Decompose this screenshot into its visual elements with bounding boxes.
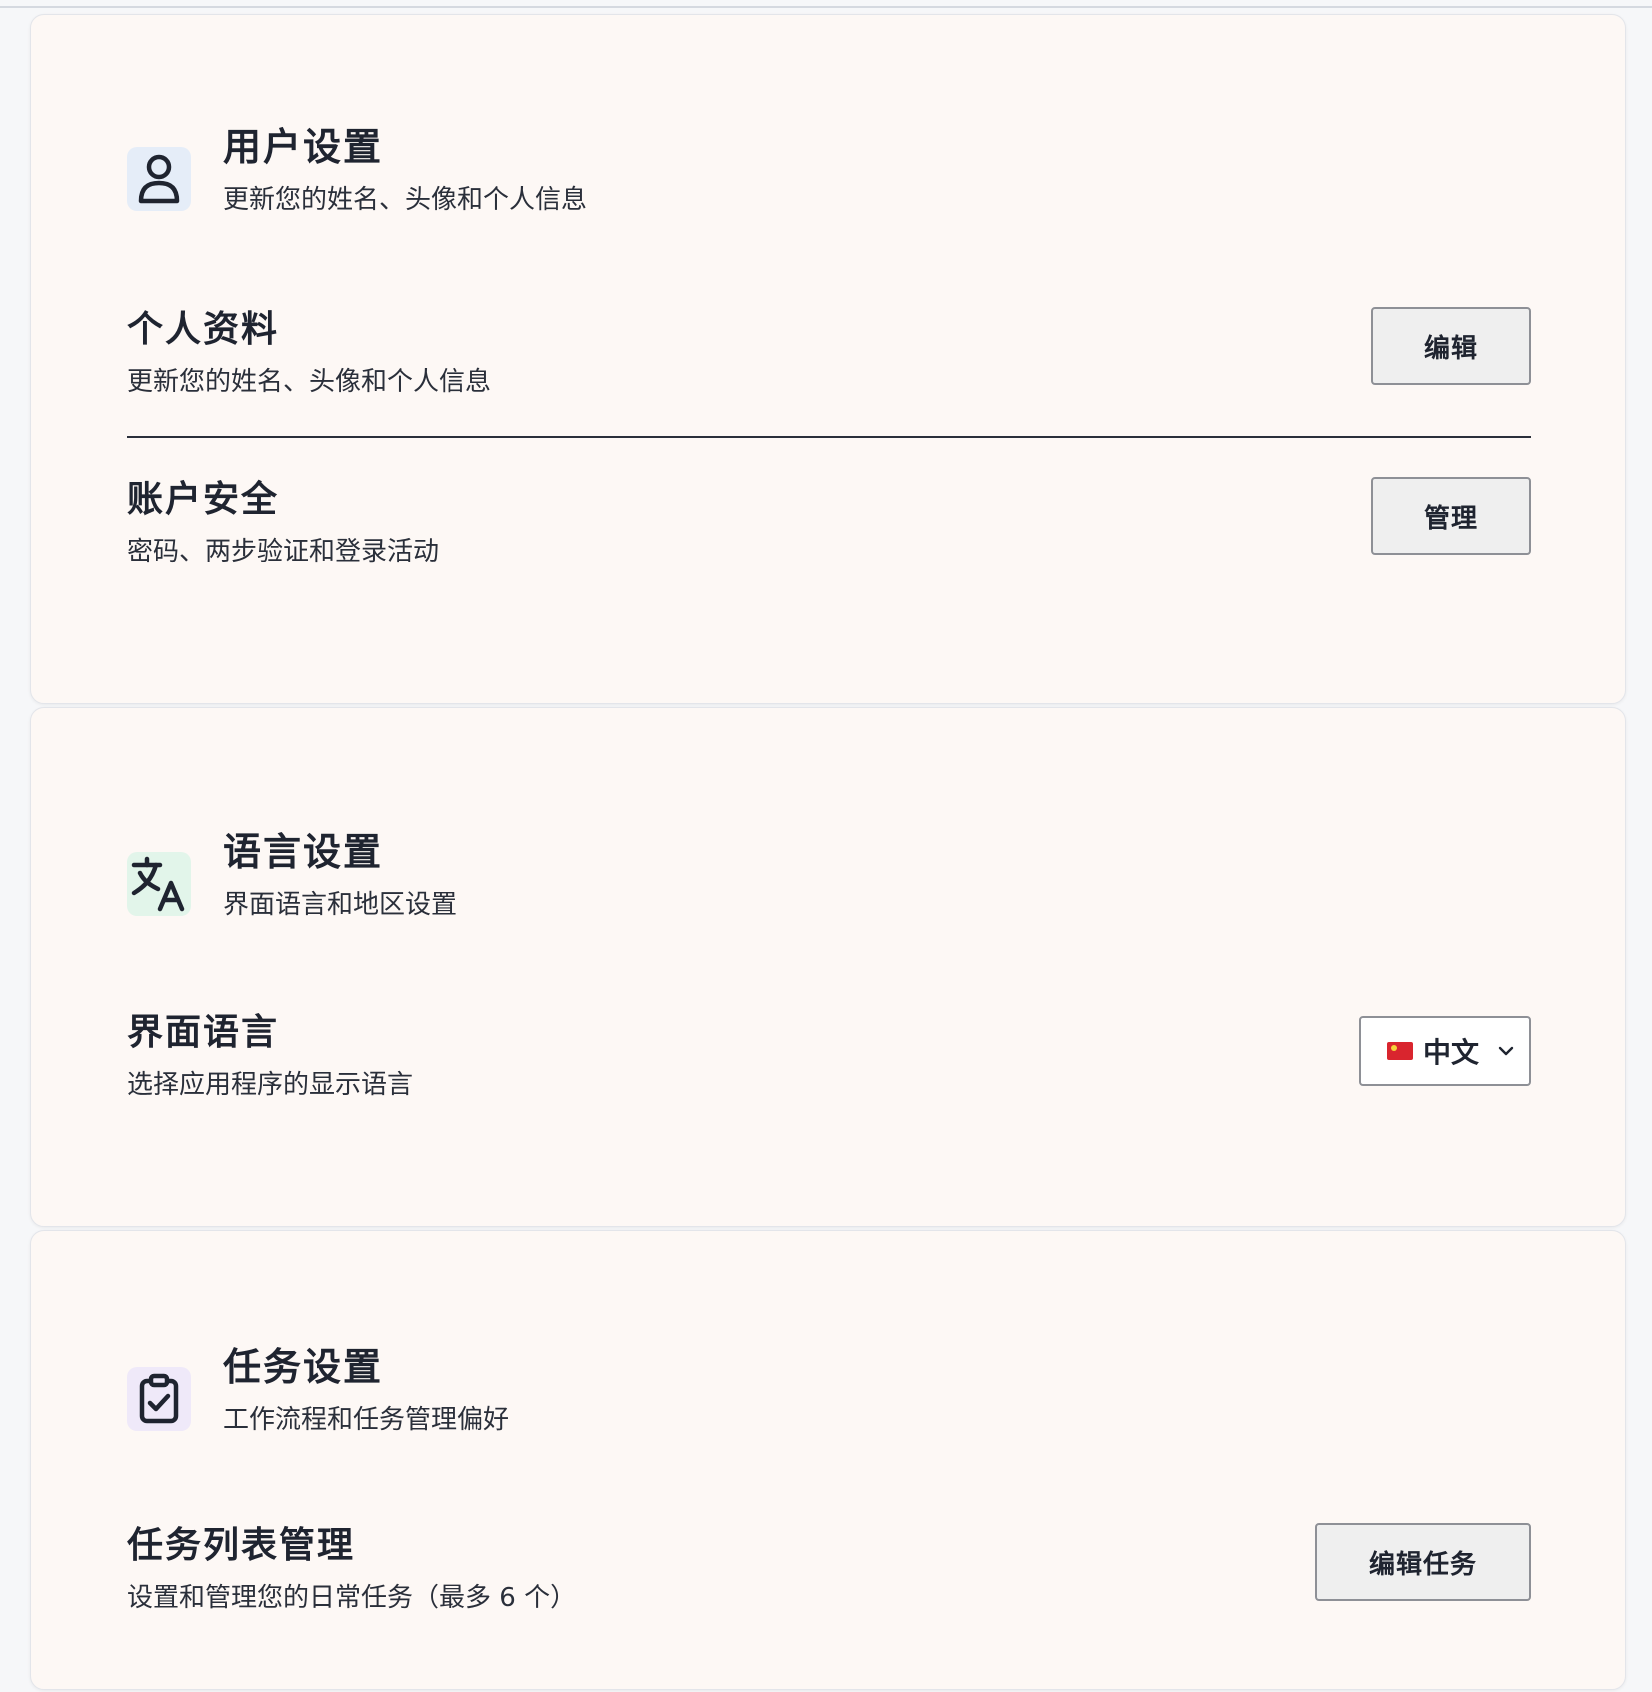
interface-language-title: 界面语言 [127,1012,280,1053]
task-settings-card: 任务设置 工作流程和任务管理偏好 任务列表管理 设置和管理您的日常任务（最多 6… [30,1230,1626,1690]
user-settings-title: 用户设置 [223,125,384,169]
language-settings-card: 语言设置 界面语言和地区设置 界面语言 选择应用程序的显示语言 中文 [30,707,1626,1227]
interface-language-row: 界面语言 选择应用程序的显示语言 中文 [127,1008,1531,1102]
top-border [0,6,1652,8]
interface-language-desc: 选择应用程序的显示语言 [127,1070,414,1100]
language-settings-subtitle: 界面语言和地区设置 [223,890,458,920]
language-select[interactable]: 中文 [1359,1016,1531,1086]
task-settings-header: 任务设置 工作流程和任务管理偏好 [127,1341,509,1437]
profile-row: 个人资料 更新您的姓名、头像和个人信息 编辑 [127,305,1531,399]
task-list-row: 任务列表管理 设置和管理您的日常任务（最多 6 个） 编辑任务 [127,1521,1531,1615]
user-icon [127,147,191,211]
user-settings-card: 用户设置 更新您的姓名、头像和个人信息 个人资料 更新您的姓名、头像和个人信息 … [30,14,1626,704]
china-flag-icon [1387,1042,1413,1060]
language-settings-header: 语言设置 界面语言和地区设置 [127,826,457,922]
language-settings-title: 语言设置 [223,830,384,874]
security-desc: 密码、两步验证和登录活动 [127,537,440,567]
chevron-down-icon [1498,1046,1514,1056]
profile-title: 个人资料 [127,309,280,350]
translate-icon [127,852,191,916]
edit-tasks-button[interactable]: 编辑任务 [1315,1523,1531,1601]
settings-page: 用户设置 更新您的姓名、头像和个人信息 个人资料 更新您的姓名、头像和个人信息 … [30,14,1626,1690]
edit-profile-button[interactable]: 编辑 [1371,307,1531,385]
section-divider [127,436,1531,438]
clipboard-check-icon [127,1367,191,1431]
task-settings-title: 任务设置 [223,1345,384,1389]
task-settings-subtitle: 工作流程和任务管理偏好 [223,1405,510,1435]
security-row: 账户安全 密码、两步验证和登录活动 管理 [127,475,1531,569]
language-select-value: 中文 [1423,1036,1480,1069]
user-settings-subtitle: 更新您的姓名、头像和个人信息 [223,185,588,215]
security-title: 账户安全 [127,479,280,520]
profile-desc: 更新您的姓名、头像和个人信息 [127,367,492,397]
user-settings-header: 用户设置 更新您的姓名、头像和个人信息 [127,121,587,217]
manage-security-button[interactable]: 管理 [1371,477,1531,555]
